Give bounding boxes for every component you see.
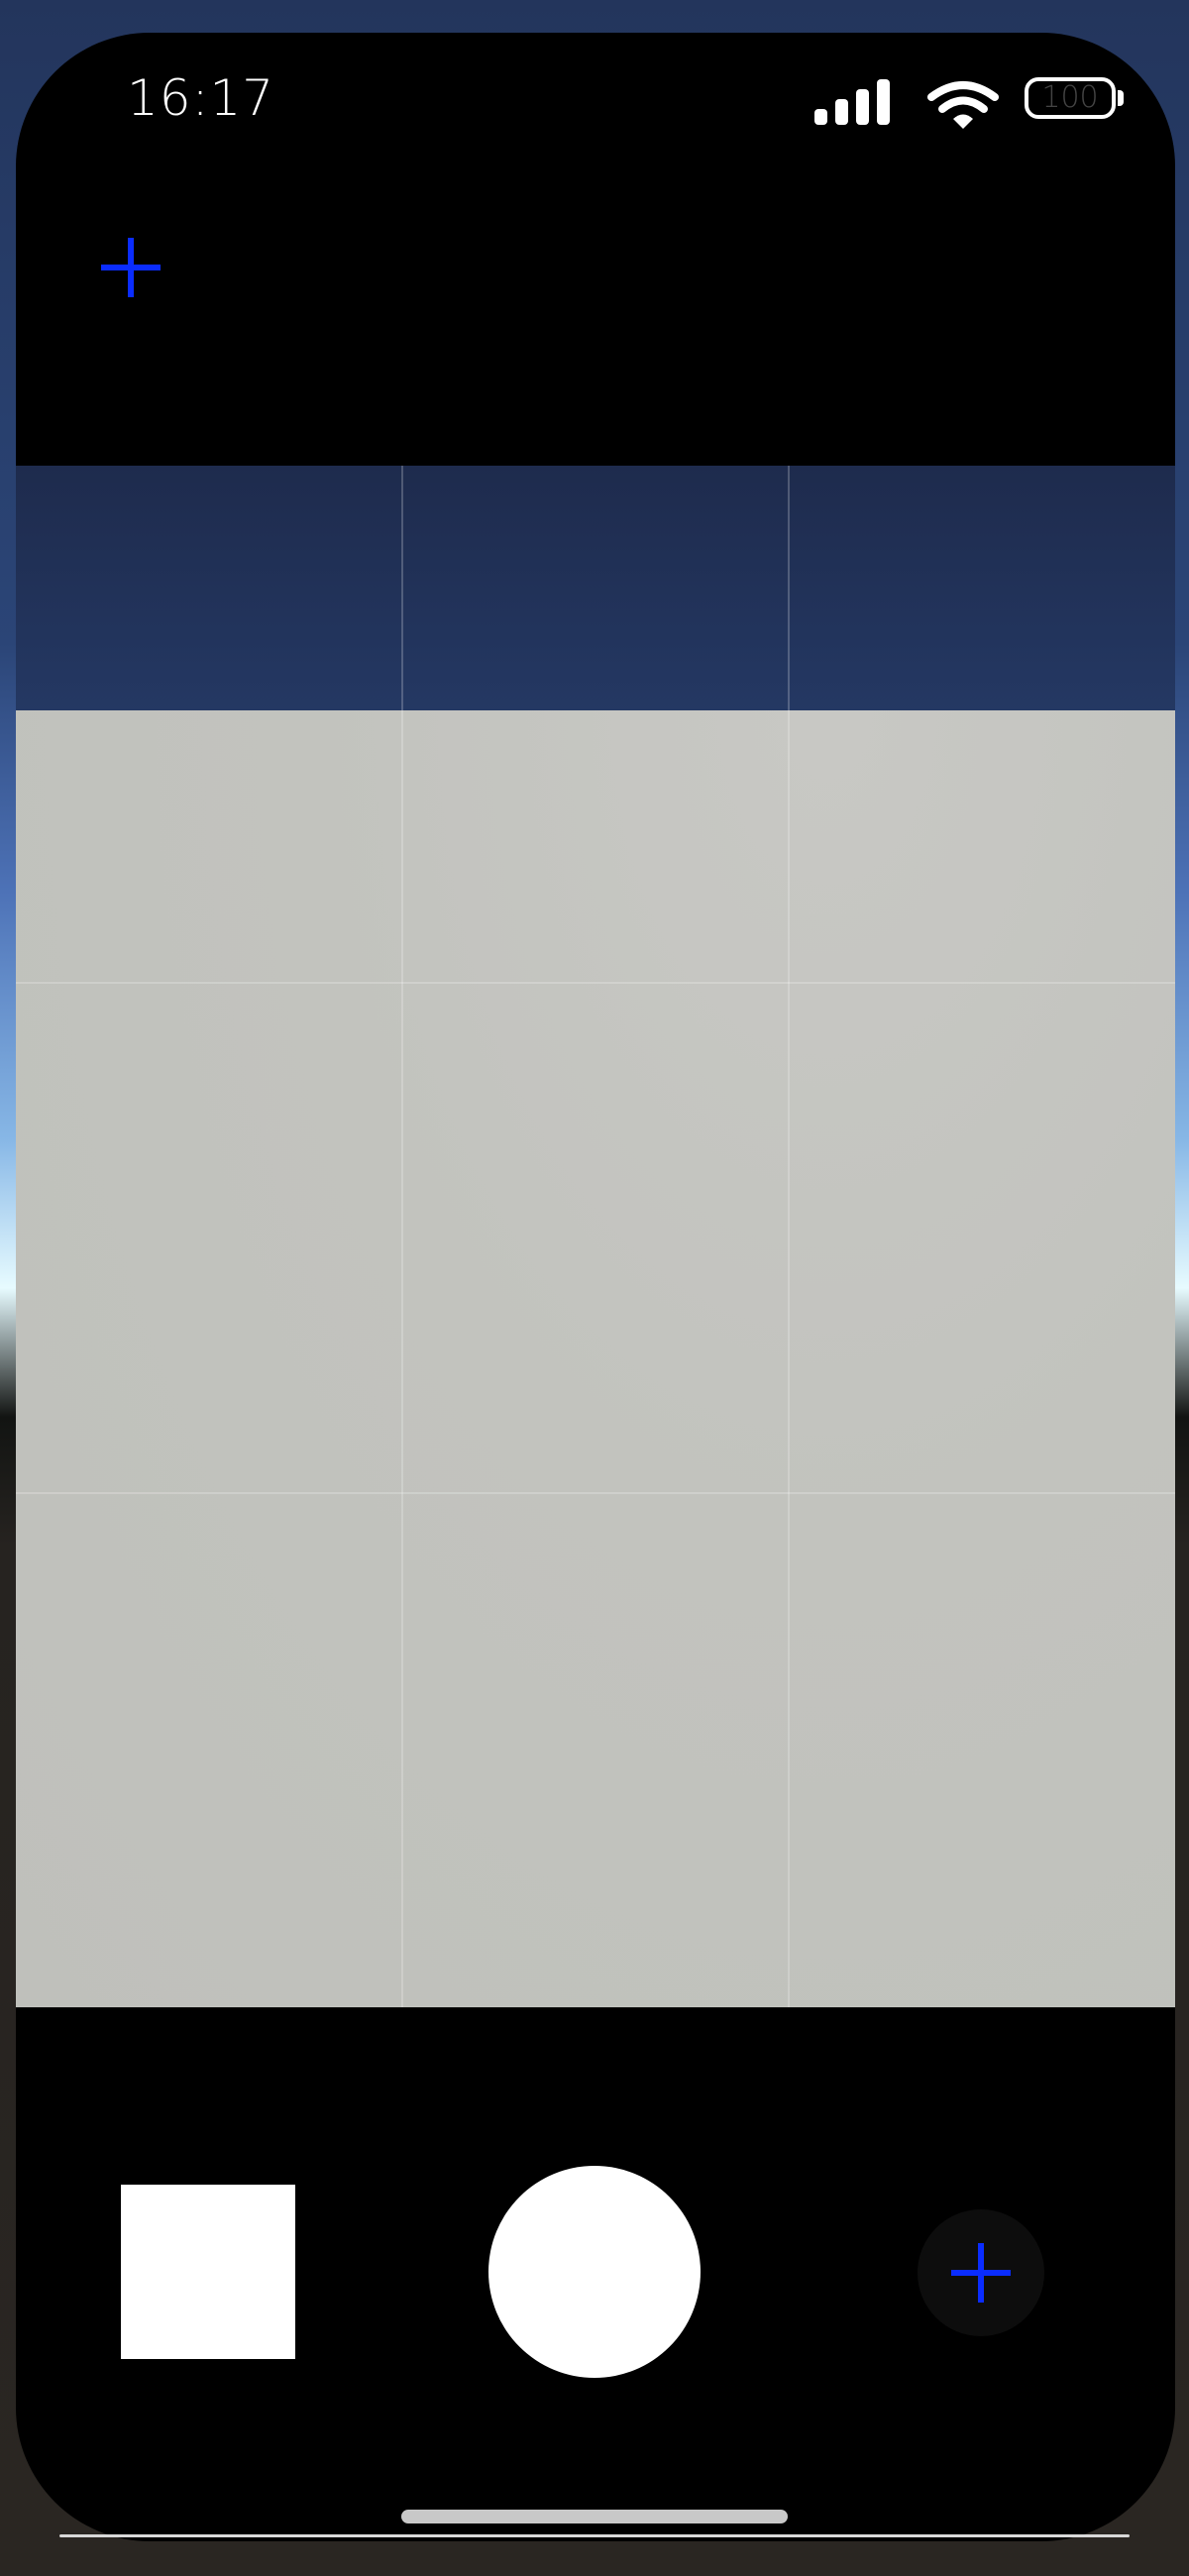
add-icon[interactable]: [91, 228, 170, 307]
viewfinder-sky: [16, 466, 1175, 710]
camera-viewfinder[interactable]: [16, 466, 1175, 2007]
plus-icon: [951, 2243, 1011, 2303]
battery-nub: [1118, 90, 1124, 106]
add-button[interactable]: [918, 2209, 1044, 2336]
shutter-button[interactable]: [488, 2166, 701, 2378]
status-time: 16:17: [127, 69, 275, 127]
grid-line-horizontal-1: [16, 982, 1175, 984]
viewfinder-wall: [16, 710, 1175, 2007]
wifi-icon: [927, 81, 999, 129]
grid-line-vertical-1: [401, 466, 403, 2007]
photo-thumbnail[interactable]: [121, 2185, 295, 2359]
grid-line-vertical-2: [788, 466, 790, 2007]
phone-edge-highlight: [59, 2534, 1130, 2537]
battery-icon: 100: [1025, 77, 1128, 127]
home-indicator[interactable]: [401, 2510, 788, 2523]
grid-line-horizontal-2: [16, 1492, 1175, 1494]
cellular-signal-icon: [814, 79, 890, 125]
battery-level: 100: [1041, 80, 1099, 115]
